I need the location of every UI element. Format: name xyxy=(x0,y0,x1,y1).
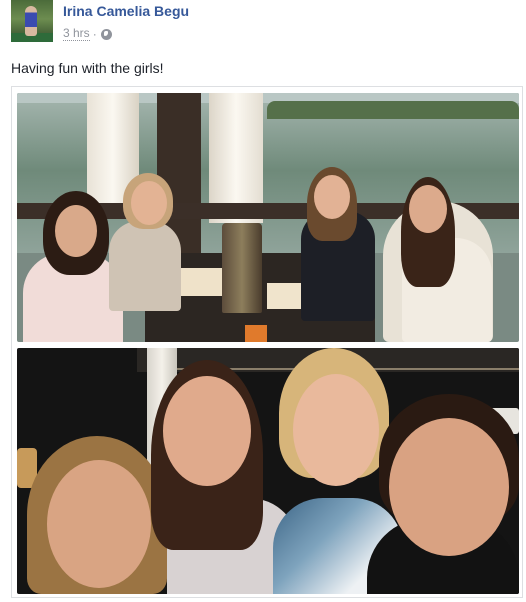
author-name-link[interactable]: Irina Camelia Begu xyxy=(63,3,189,19)
post-meta: 3 hrs · xyxy=(63,27,112,41)
person-2-face xyxy=(131,181,167,225)
person-3-face xyxy=(314,175,350,219)
meta-separator: · xyxy=(92,27,97,41)
person-2-body xyxy=(109,221,181,311)
photo-lakeside-table[interactable] xyxy=(17,93,519,342)
photo-night-selfie[interactable] xyxy=(17,348,519,594)
person-1-face xyxy=(55,205,97,257)
photo-bottles xyxy=(222,223,262,313)
post-text: Having fun with the girls! xyxy=(11,60,164,76)
woman-3-face xyxy=(293,374,379,486)
photo-orange-drink xyxy=(245,325,267,342)
photo-album xyxy=(11,86,523,598)
woman-2-face xyxy=(163,376,251,486)
woman-1-face xyxy=(47,460,151,588)
post-timestamp[interactable]: 3 hrs xyxy=(63,27,90,41)
globe-icon[interactable] xyxy=(100,28,112,40)
woman-4-face xyxy=(389,418,509,556)
person-4-face xyxy=(409,185,447,233)
author-avatar[interactable] xyxy=(11,0,53,42)
avatar-figure xyxy=(25,6,37,36)
photo-far-trees xyxy=(267,101,519,119)
